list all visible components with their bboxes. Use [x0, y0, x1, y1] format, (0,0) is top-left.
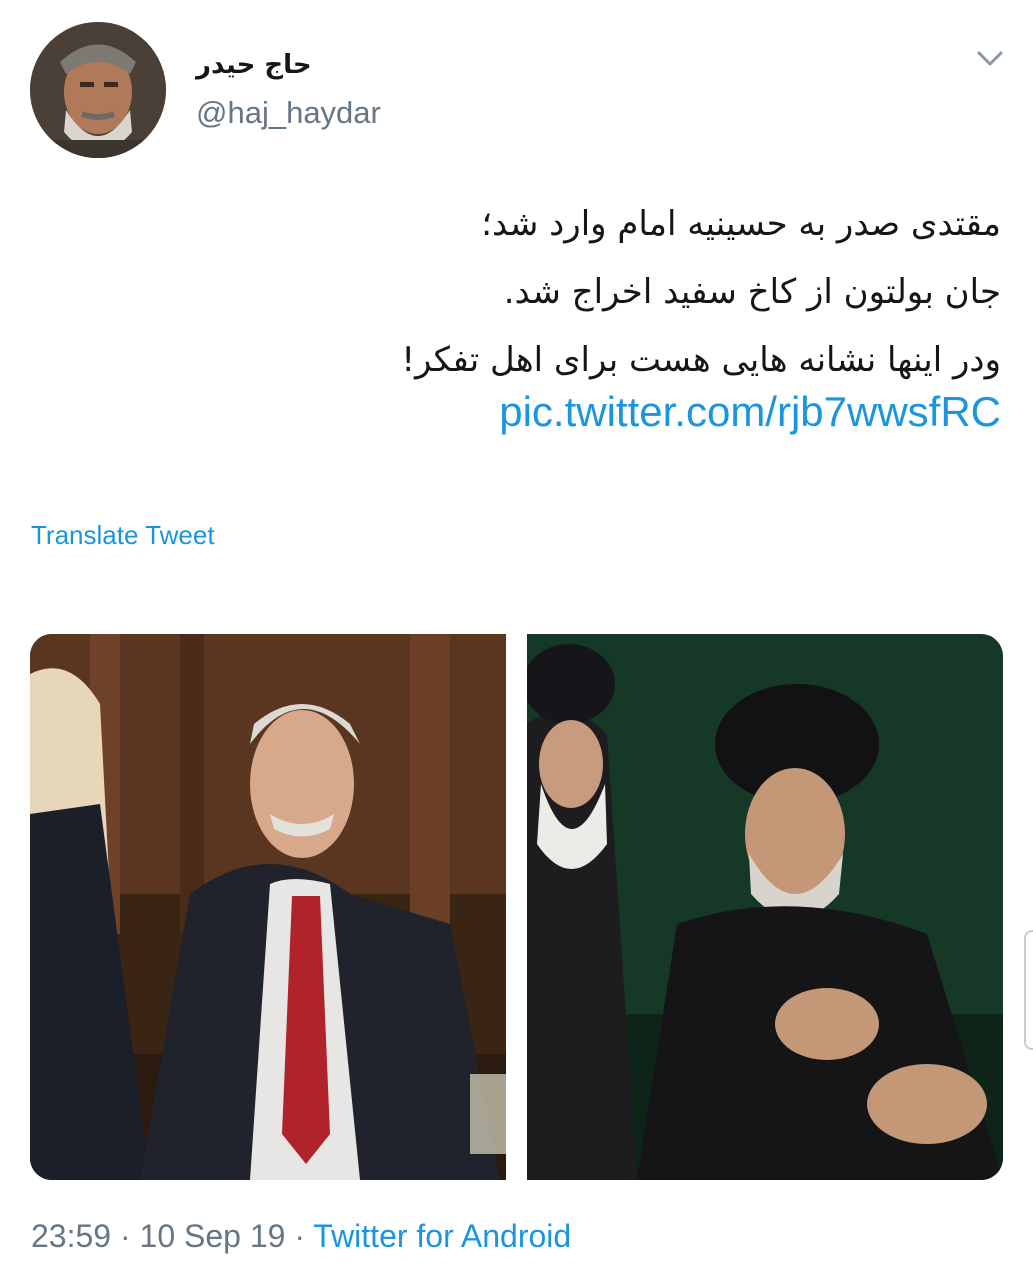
tweet-media-link[interactable]: pic.twitter.com/rjb7wwsfRC [499, 388, 1001, 436]
tweet-photo-left[interactable] [30, 634, 506, 1180]
meta-separator: · [294, 1218, 305, 1254]
tweet-photo-right[interactable] [527, 634, 1003, 1180]
scrollbar[interactable] [1024, 930, 1033, 1050]
display-name[interactable]: حاج حیدر [196, 50, 312, 80]
meta-separator: · [119, 1218, 131, 1254]
tweet-line: ودر اینها نشانه هایی هست برای اهل تفکر! [401, 340, 1001, 380]
avatar[interactable] [30, 22, 166, 158]
tweet-meta: 23:59 · 10 Sep 19 · Twitter for Android [31, 1218, 571, 1255]
tweet-date[interactable]: 10 Sep 19 [140, 1218, 286, 1254]
tweet-source[interactable]: Twitter for Android [313, 1218, 571, 1254]
tweet-time: 23:59 [31, 1218, 112, 1254]
avatar-photo [30, 22, 166, 158]
chevron-down-icon[interactable] [972, 44, 1008, 74]
user-handle[interactable]: @haj_haydar [196, 95, 381, 131]
tweet-line: جان بولتون از کاخ سفید اخراج شد. [503, 272, 1001, 312]
tweet-line: مقتدی صدر به حسینیه امام وارد شد؛ [481, 204, 1001, 244]
translate-tweet-link[interactable]: Translate Tweet [31, 520, 215, 551]
tweet-text: مقتدی صدر به حسینیه امام وارد شد؛ جان بو… [101, 190, 1001, 394]
